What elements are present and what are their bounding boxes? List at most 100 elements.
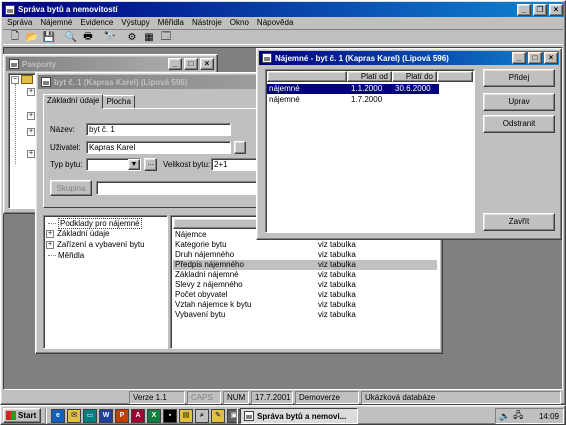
column-header-from[interactable]: Platí od: [347, 71, 392, 82]
find-icon[interactable]: 🔭: [102, 30, 118, 44]
tree-item-zakladni-udaje[interactable]: + Základní údaje: [46, 229, 109, 238]
status-database: Ukázková databáze: [361, 391, 561, 404]
task-button-sprava[interactable]: Správa bytů a nemovi...: [240, 408, 358, 424]
uzivatel-browse-button[interactable]: [234, 141, 246, 154]
dropdown-arrow-icon[interactable]: ▼: [128, 159, 140, 170]
list-item[interactable]: Vybavení bytu viz tabulka: [173, 310, 437, 320]
print-icon[interactable]: 🖶: [80, 30, 96, 44]
window-icon[interactable]: 🗔: [158, 30, 174, 44]
start-label: Start: [18, 411, 37, 420]
nazev-field[interactable]: byt č. 1: [86, 123, 231, 136]
tree-item-meridla[interactable]: Měřidla: [48, 251, 84, 260]
minimize-button[interactable]: _: [168, 58, 182, 70]
collapse-icon[interactable]: −: [11, 75, 19, 84]
menu-evidence[interactable]: Evidence: [76, 17, 117, 29]
taskbar: Start e ✉ ▭ W P A X ▪ ▤ ⌕ ✎ ▣ Správa byt…: [0, 405, 566, 425]
new-icon[interactable]: 🗋: [7, 30, 23, 44]
minimize-button[interactable]: _: [512, 52, 526, 64]
clock[interactable]: 14:09: [539, 412, 559, 421]
app-icon[interactable]: ▣: [227, 409, 241, 423]
uzivatel-label: Uživatel:: [50, 143, 81, 152]
powerpoint-icon[interactable]: P: [115, 409, 129, 423]
expand-icon[interactable]: +: [27, 112, 35, 120]
excel-icon[interactable]: X: [147, 409, 161, 423]
zavrit-button[interactable]: Zavřít: [483, 213, 555, 231]
uprav-button[interactable]: Uprav: [483, 93, 555, 111]
skupina-field[interactable]: [96, 181, 261, 195]
menu-nastroje[interactable]: Nástroje: [188, 17, 226, 29]
mail-icon[interactable]: ✎: [211, 409, 225, 423]
list-item[interactable]: Slevy z nájemného viz tabulka: [173, 280, 437, 290]
search-icon[interactable]: ⌕: [195, 409, 209, 423]
expand-icon[interactable]: +: [27, 128, 35, 136]
list-item[interactable]: Kategorie bytu viz tabulka: [173, 240, 437, 250]
folder-icon: [21, 75, 33, 84]
najemne-list[interactable]: Platí od Platí do nájemné 1.1.2000 30.6.…: [265, 69, 475, 233]
explorer-icon[interactable]: ▤: [179, 409, 193, 423]
table-row-selected[interactable]: nájemné 1.1.2000 30.6.2000: [267, 84, 439, 94]
save-icon[interactable]: 💾: [41, 30, 57, 44]
menu-najemne[interactable]: Nájemné: [36, 17, 76, 29]
tree-item-zarizeni[interactable]: + Zařízení a vybavení bytu: [46, 240, 145, 249]
skupina-button[interactable]: Skupina: [50, 180, 92, 196]
uzivatel-field[interactable]: Kapras Karel: [86, 141, 231, 154]
expand-icon[interactable]: +: [46, 229, 54, 238]
desktop-icon[interactable]: ▭: [83, 409, 97, 423]
restore-button[interactable]: ❐: [533, 3, 547, 16]
list-body: Nájemce Kategorie bytu viz tabulka Druh n…: [173, 230, 437, 320]
toolbar: 🗋 📂 💾 🔍 🖶 🔭 ⚙ ▦ 🗔: [3, 29, 563, 45]
status-caps: CAPS: [187, 391, 221, 404]
maximize-button[interactable]: □: [528, 52, 542, 64]
list-item[interactable]: Počet obyvatel viz tabulka: [173, 290, 437, 300]
list-item[interactable]: Druh nájemného viz tabulka: [173, 250, 437, 260]
najemne-titlebar[interactable]: Nájemné - byt č. 1 (Kapras Karel) (Lipov…: [259, 51, 559, 65]
task-separator: [236, 408, 238, 424]
close-button[interactable]: ×: [544, 52, 558, 64]
menu-meridla[interactable]: Měřidla: [154, 17, 188, 29]
print-preview-icon[interactable]: 🔍: [63, 30, 79, 44]
word-icon[interactable]: W: [99, 409, 113, 423]
byt-tree[interactable]: Podklady pro nájemné + Základní údaje + …: [43, 215, 168, 349]
ie-icon[interactable]: e: [51, 409, 65, 423]
menu-sprava[interactable]: Správa: [3, 17, 36, 29]
maximize-button[interactable]: □: [184, 58, 198, 70]
pasporty-titlebar[interactable]: Pasporty _ □ ×: [6, 57, 215, 71]
close-button[interactable]: ×: [200, 58, 214, 70]
expand-icon[interactable]: +: [27, 88, 35, 96]
window-icon: [41, 77, 51, 87]
settings-icon[interactable]: ⚙: [124, 30, 140, 44]
odstranit-button[interactable]: Odstranit: [483, 115, 555, 133]
expand-icon[interactable]: +: [27, 150, 35, 158]
velikost-field[interactable]: 2+1: [211, 158, 259, 171]
open-icon[interactable]: 📂: [24, 30, 40, 44]
tree-item-podklady[interactable]: Podklady pro nájemné: [48, 218, 142, 229]
window-icon: [9, 59, 19, 69]
access-icon[interactable]: A: [131, 409, 145, 423]
menu-okno[interactable]: Okno: [226, 17, 253, 29]
list-item-selected[interactable]: Předpis nájemného viz tabulka: [173, 260, 437, 270]
column-header-name[interactable]: [267, 71, 347, 82]
tree-line-icon: [48, 255, 56, 256]
start-button[interactable]: Start: [3, 408, 41, 423]
app-icon: [244, 411, 254, 421]
tab-zakladni-udaje[interactable]: Základní údaje: [43, 94, 104, 109]
pasporty-title: Pasporty: [22, 59, 57, 69]
outlook-icon[interactable]: ✉: [67, 409, 81, 423]
volume-icon[interactable]: 🔈: [499, 411, 510, 422]
minimize-button[interactable]: _: [517, 3, 531, 16]
menu-vystupy[interactable]: Výstupy: [117, 17, 153, 29]
typ-bytu-browse-button[interactable]: ...: [144, 158, 157, 171]
table-row[interactable]: nájemné 1.7.2000: [267, 95, 439, 105]
close-button[interactable]: ×: [549, 3, 563, 16]
main-titlebar[interactable]: Správa bytů a nemovitostí _ ❐ ×: [2, 2, 564, 17]
cmd-icon[interactable]: ▪: [163, 409, 177, 423]
calculator-icon[interactable]: ▦: [141, 30, 157, 44]
column-header-to[interactable]: Platí do: [392, 71, 437, 82]
menu-napoveda[interactable]: Nápověda: [253, 17, 297, 29]
network-icon[interactable]: 🖧: [513, 408, 523, 424]
tree-root[interactable]: −: [11, 75, 33, 84]
pridej-button[interactable]: Přidej: [483, 69, 555, 87]
list-item[interactable]: Základní nájemné viz tabulka: [173, 270, 437, 280]
expand-icon[interactable]: +: [46, 240, 54, 249]
list-item[interactable]: Vztah nájemce k bytu viz tabulka: [173, 300, 437, 310]
